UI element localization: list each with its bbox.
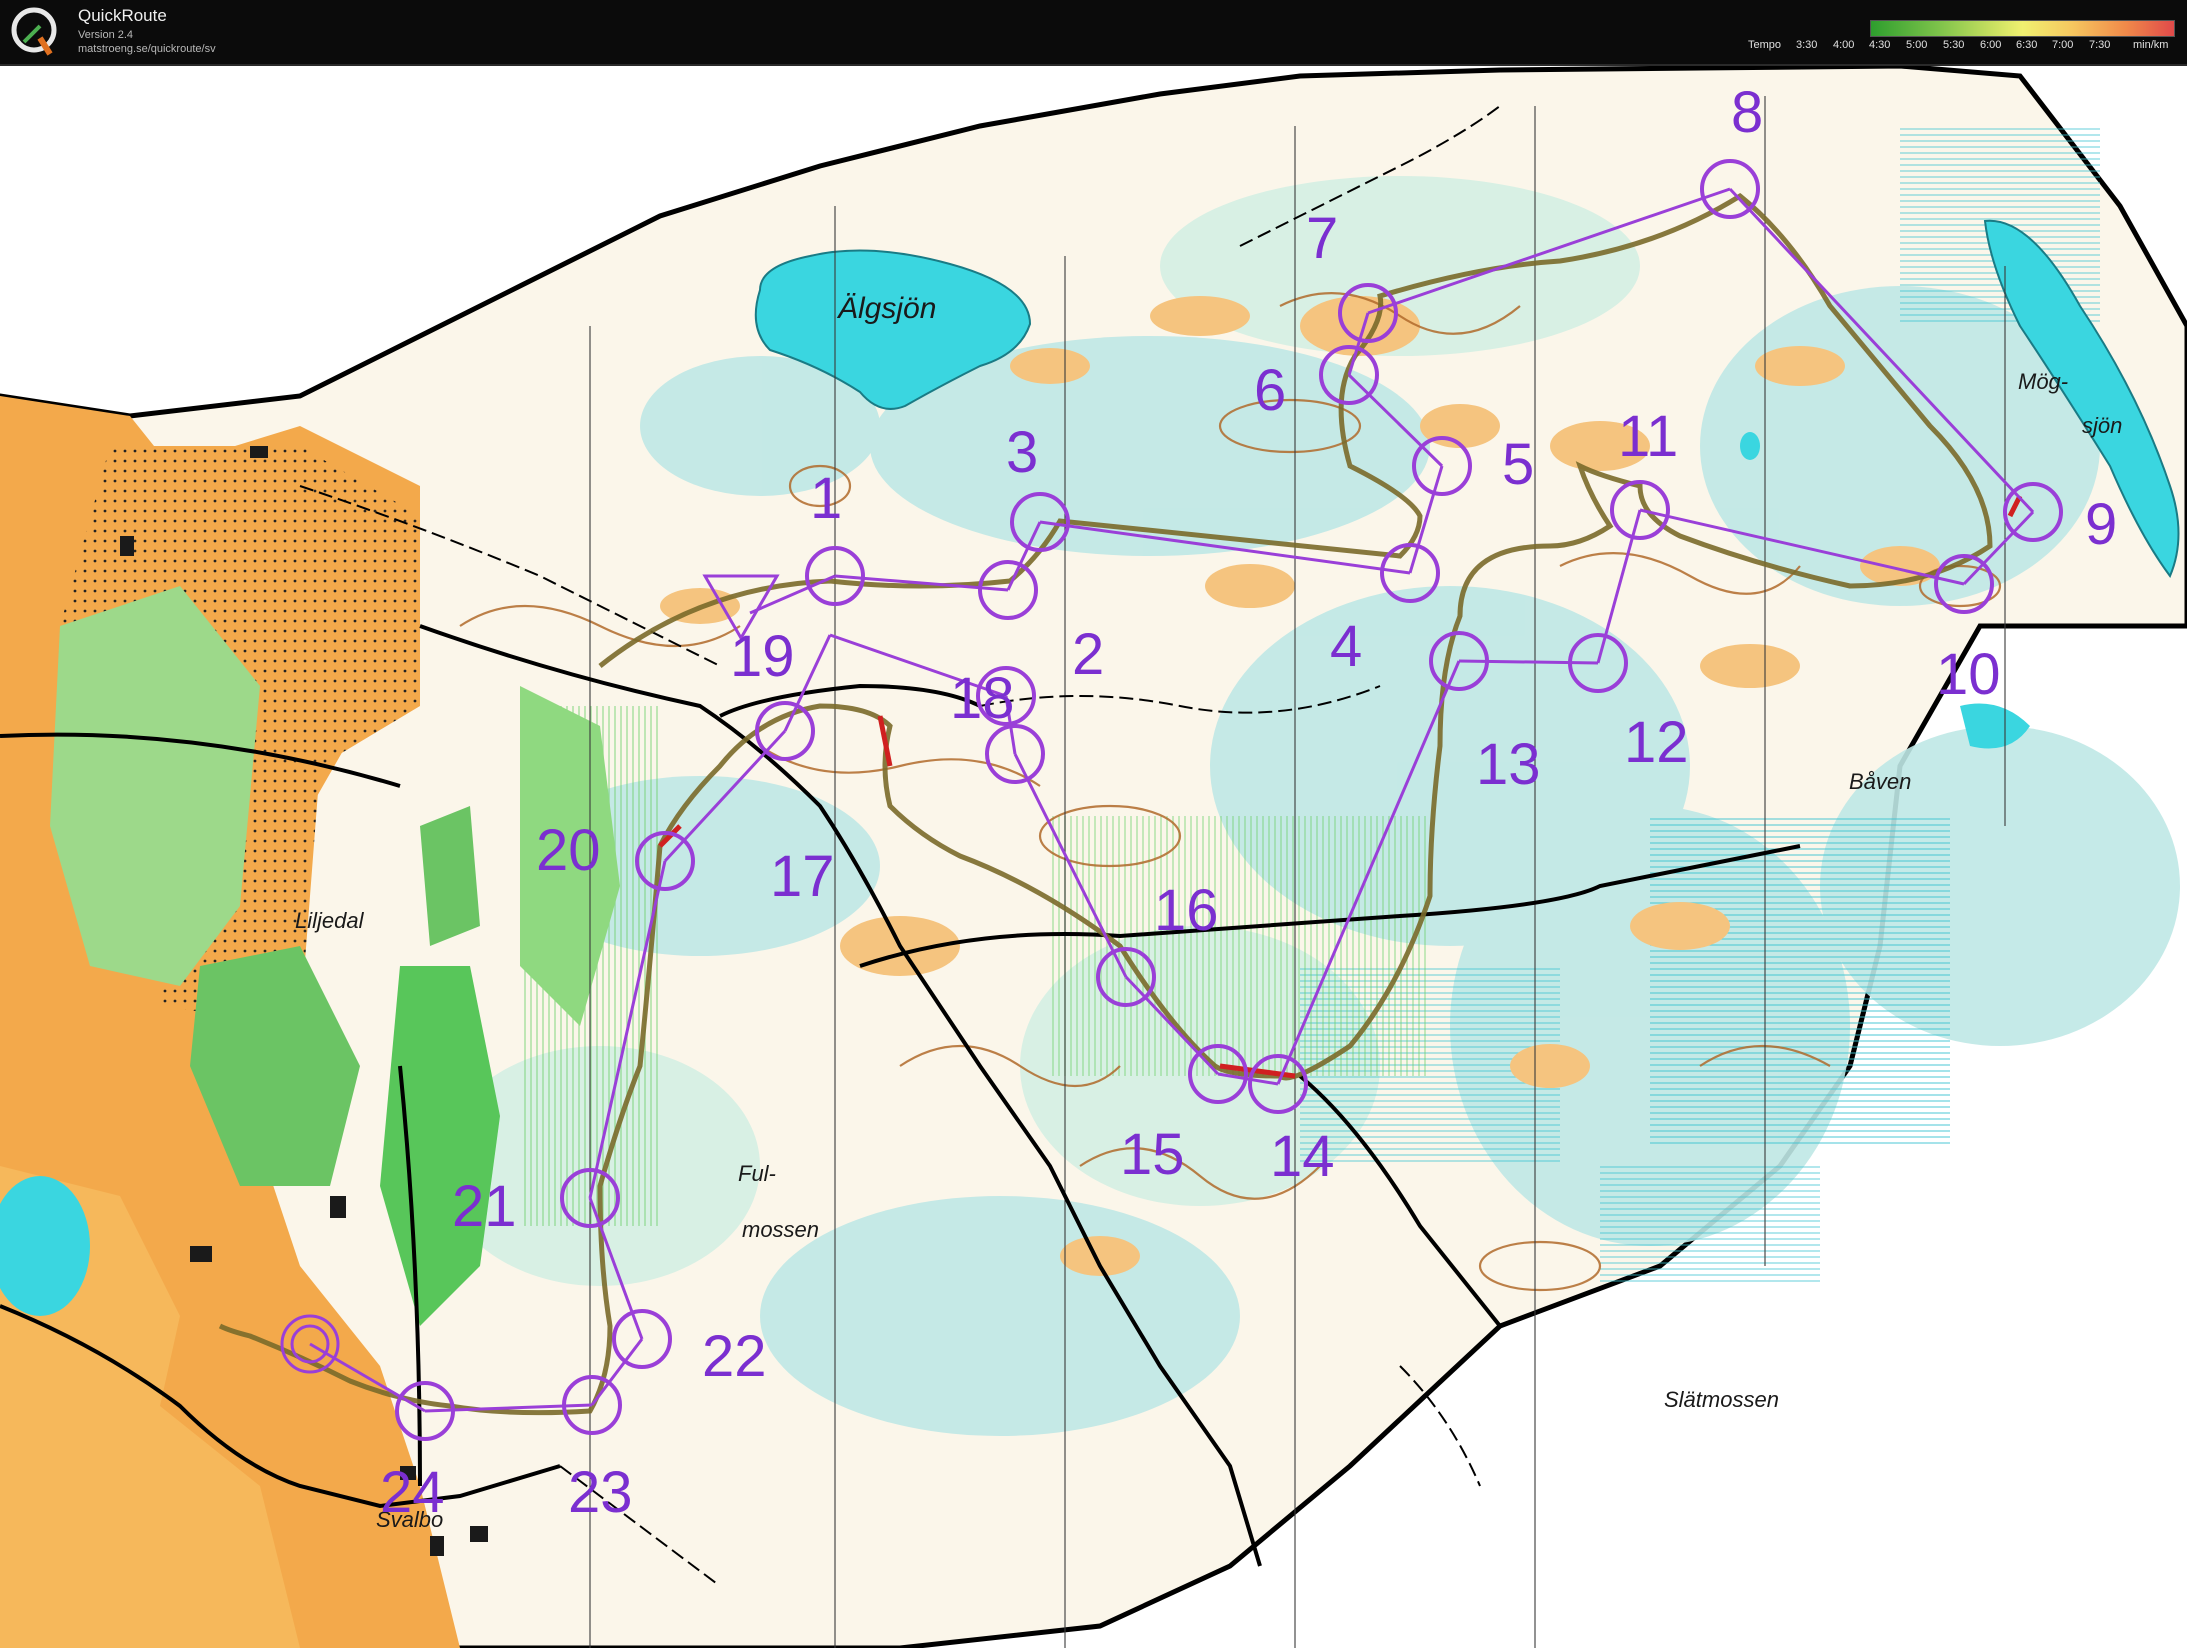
tempo-unit: min/km xyxy=(2133,39,2169,51)
app-version: Version 2.4 xyxy=(78,29,134,41)
control-number: 10 xyxy=(1936,642,2001,707)
control-number: 12 xyxy=(1624,710,1689,775)
tempo-label: Tempo xyxy=(1748,39,1782,51)
app-title: QuickRoute xyxy=(78,6,167,25)
tempo-tick: 6:30 xyxy=(2016,39,2038,51)
tempo-tick: 5:30 xyxy=(1943,39,1965,51)
tempo-tick: 4:00 xyxy=(1833,39,1855,51)
control-number: 11 xyxy=(1618,404,1679,469)
control-number: 21 xyxy=(452,1174,517,1239)
control-number: 19 xyxy=(730,624,795,689)
control-number: 6 xyxy=(1254,358,1287,423)
control-number: 9 xyxy=(2085,492,2118,557)
place-baven: Båven xyxy=(1849,769,1912,794)
tempo-tick: 5:00 xyxy=(1906,39,1928,51)
place-slatmossen: Slätmossen xyxy=(1664,1387,1779,1412)
map-canvas xyxy=(0,66,2187,1648)
control-number: 13 xyxy=(1476,732,1541,797)
place-sjon: sjön xyxy=(2082,413,2123,438)
tempo-tick: 6:00 xyxy=(1980,39,2002,51)
control-number: 22 xyxy=(702,1324,767,1389)
control-number: 3 xyxy=(1006,420,1039,485)
place-mog: Mög- xyxy=(2018,369,2069,394)
tempo-tick: 3:30 xyxy=(1796,39,1818,51)
tempo-tick: 4:30 xyxy=(1869,39,1891,51)
tempo-color-scale xyxy=(1870,20,2175,37)
orienteering-map[interactable]: Älgsjön Mög- sjön Båven Liljedal Ful- mo… xyxy=(0,66,2187,1648)
control-number: 24 xyxy=(380,1460,445,1525)
control-number: 1 xyxy=(810,466,843,531)
control-number: 8 xyxy=(1731,80,1764,145)
control-number: 18 xyxy=(950,666,1015,731)
control-number: 5 xyxy=(1502,432,1535,497)
app-url: matstroeng.se/quickroute/sv xyxy=(78,43,216,55)
control-number: 2 xyxy=(1072,622,1105,687)
place-mossen: mossen xyxy=(742,1217,820,1242)
control-number: 17 xyxy=(770,844,835,909)
control-number: 7 xyxy=(1306,206,1339,271)
tempo-tick: 7:30 xyxy=(2089,39,2111,51)
control-number: 15 xyxy=(1120,1122,1185,1187)
control-number: 4 xyxy=(1330,614,1363,679)
place-liljedal: Liljedal xyxy=(295,908,364,933)
control-number: 23 xyxy=(568,1460,633,1525)
place-ful: Ful- xyxy=(738,1161,776,1186)
title-bar: QuickRoute Version 2.4 matstroeng.se/qui… xyxy=(0,0,2187,66)
control-number: 16 xyxy=(1154,878,1219,943)
quickroute-logo-icon xyxy=(11,7,57,56)
tempo-tick: 7:00 xyxy=(2052,39,2074,51)
control-number: 20 xyxy=(536,818,601,883)
place-algsjon: Älgsjön xyxy=(838,292,937,325)
control-number: 14 xyxy=(1270,1124,1335,1189)
